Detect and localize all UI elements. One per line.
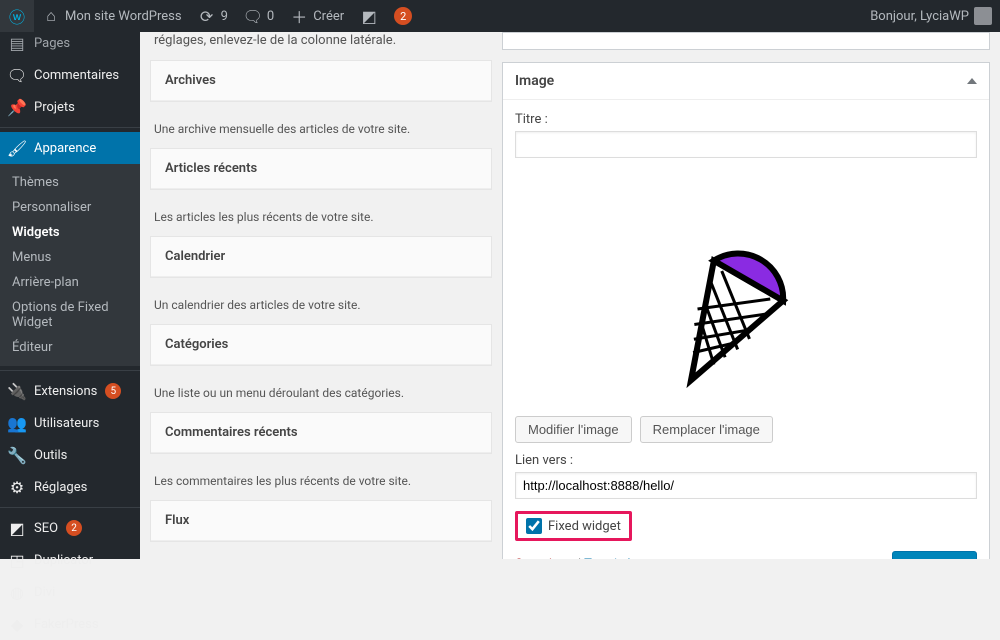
image-widget-title: Image <box>515 73 554 89</box>
submenu-customize[interactable]: Personnaliser <box>0 195 140 220</box>
admin-bar: ⓦ ⌂ Mon site WordPress ⟳ 9 🗨 0 ＋ Créer ◩… <box>0 0 1000 32</box>
plugin-icon: 🔌 <box>8 382 26 400</box>
intro-text: réglages, enlevez-le de la colonne latér… <box>150 32 492 60</box>
widget-categories-desc: Une liste ou un menu déroulant des catég… <box>150 376 492 412</box>
widget-archives[interactable]: Archives <box>150 60 492 102</box>
link-input[interactable] <box>515 472 977 499</box>
icecream-icon <box>636 170 856 400</box>
fixed-widget-highlight: Fixed widget <box>515 511 632 541</box>
collapsed-panel[interactable] <box>502 32 990 50</box>
wordpress-icon: ⓦ <box>8 7 26 25</box>
ext-badge: 5 <box>105 383 121 399</box>
divi-icon: ◍ <box>8 583 26 601</box>
link-label: Lien vers : <box>515 453 977 468</box>
sidebar-item-users[interactable]: 👥 Utilisateurs <box>0 407 140 439</box>
sidebar-item-comments[interactable]: 🗨 Commentaires <box>0 59 140 91</box>
fixed-widget-checkbox[interactable] <box>526 518 542 534</box>
sliders-icon: ⚙ <box>8 478 26 496</box>
duplicator-icon: ◳ <box>8 551 26 569</box>
widget-rss-desc: Les entrées depuis n’importe quel flux R… <box>150 552 492 559</box>
sidebar-item-extensions[interactable]: 🔌 Extensions 5 <box>0 375 140 407</box>
sidebar-item-seo[interactable]: ◩ SEO 2 <box>0 512 140 544</box>
avatar <box>974 7 992 25</box>
saved-button[interactable]: Enregistré <box>892 551 977 559</box>
new-label: Créer <box>313 9 344 24</box>
notifications[interactable]: 2 <box>386 0 420 32</box>
users-icon: 👥 <box>8 414 26 432</box>
notif-badge: 2 <box>394 7 412 25</box>
comment-icon: 🗨 <box>244 7 262 25</box>
sidebar-item-fakerpress[interactable]: ◆ FakerPress <box>0 608 140 640</box>
available-widgets: réglages, enlevez-le de la colonne latér… <box>140 32 502 559</box>
new-content[interactable]: ＋ Créer <box>282 0 352 32</box>
submenu-fixed-widget[interactable]: Options de Fixed Widget <box>0 295 140 335</box>
sidebar-item-tools[interactable]: 🔧 Outils <box>0 439 140 471</box>
submenu-background[interactable]: Arrière-plan <box>0 270 140 295</box>
sidebar-item-divi[interactable]: ◍ Divi <box>0 576 140 608</box>
image-widget-head[interactable]: Image <box>503 63 989 100</box>
submenu-editor[interactable]: Éditeur <box>0 335 140 360</box>
sidebar-item-appearance[interactable]: 🖌 Apparence <box>0 132 140 164</box>
replace-image-button[interactable]: Remplacer l'image <box>640 416 773 443</box>
sidebar-item-projects[interactable]: 📌 Projets <box>0 91 140 123</box>
account-link[interactable]: Bonjour, LyciaWP <box>862 0 1000 32</box>
sidebar-item-pages[interactable]: ▤ Pages <box>0 32 140 59</box>
pages-icon: ▤ <box>8 34 26 52</box>
widget-comments-desc: Les commentaires les plus récents de vot… <box>150 464 492 500</box>
widget-calendar[interactable]: Calendrier <box>150 236 492 278</box>
widget-recent-desc: Les articles les plus récents de votre s… <box>150 200 492 236</box>
title-input[interactable] <box>515 131 977 158</box>
site-name: Mon site WordPress <box>65 9 182 24</box>
modify-image-button[interactable]: Modifier l'image <box>515 416 632 443</box>
sidebar-item-settings[interactable]: ⚙ Réglages <box>0 471 140 503</box>
sidebar-widget-area: Image Titre : <box>502 32 1000 559</box>
pin-icon: 📌 <box>8 98 26 116</box>
widget-recent[interactable]: Articles récents <box>150 148 492 190</box>
home-icon: ⌂ <box>42 7 60 25</box>
appearance-submenu: Thèmes Personnaliser Widgets Menus Arriè… <box>0 164 140 366</box>
submenu-widgets[interactable]: Widgets <box>0 220 140 245</box>
widget-archives-desc: Une archive mensuelle des articles de vo… <box>150 112 492 148</box>
site-link[interactable]: ⌂ Mon site WordPress <box>34 0 190 32</box>
comments-link[interactable]: 🗨 0 <box>236 0 282 32</box>
updates-link[interactable]: ⟳ 9 <box>190 0 236 32</box>
fakerpress-icon: ◆ <box>8 615 26 633</box>
admin-sidebar: ▤ Pages 🗨 Commentaires 📌 Projets 🖌 Appar… <box>0 32 140 559</box>
submenu-themes[interactable]: Thèmes <box>0 170 140 195</box>
seo-bar[interactable]: ◩ <box>352 0 386 32</box>
sidebar-item-duplicator[interactable]: ◳ Duplicator <box>0 544 140 576</box>
image-widget-panel: Image Titre : <box>502 62 990 559</box>
comment-count: 0 <box>267 9 274 24</box>
submenu-menus[interactable]: Menus <box>0 245 140 270</box>
widget-rss[interactable]: Flux <box>150 500 492 542</box>
widget-calendar-desc: Un calendrier des articles de votre site… <box>150 288 492 324</box>
wp-logo[interactable]: ⓦ <box>0 0 34 32</box>
comment-icon: 🗨 <box>8 66 26 84</box>
image-preview <box>515 170 977 404</box>
brush-icon: 🖌 <box>8 139 26 157</box>
collapse-icon <box>967 78 977 84</box>
fixed-widget-label: Fixed widget <box>548 519 621 534</box>
widget-categories[interactable]: Catégories <box>150 324 492 366</box>
update-count: 9 <box>221 9 228 24</box>
title-label: Titre : <box>515 112 977 127</box>
greeting: Bonjour, LyciaWP <box>870 9 969 24</box>
main-content: réglages, enlevez-le de la colonne latér… <box>140 32 1000 559</box>
seo-icon: ◩ <box>360 7 378 25</box>
seo-icon: ◩ <box>8 519 26 537</box>
seo-badge: 2 <box>66 520 82 536</box>
wrench-icon: 🔧 <box>8 446 26 464</box>
update-icon: ⟳ <box>198 7 216 25</box>
widget-comments[interactable]: Commentaires récents <box>150 412 492 454</box>
plus-icon: ＋ <box>290 7 308 25</box>
